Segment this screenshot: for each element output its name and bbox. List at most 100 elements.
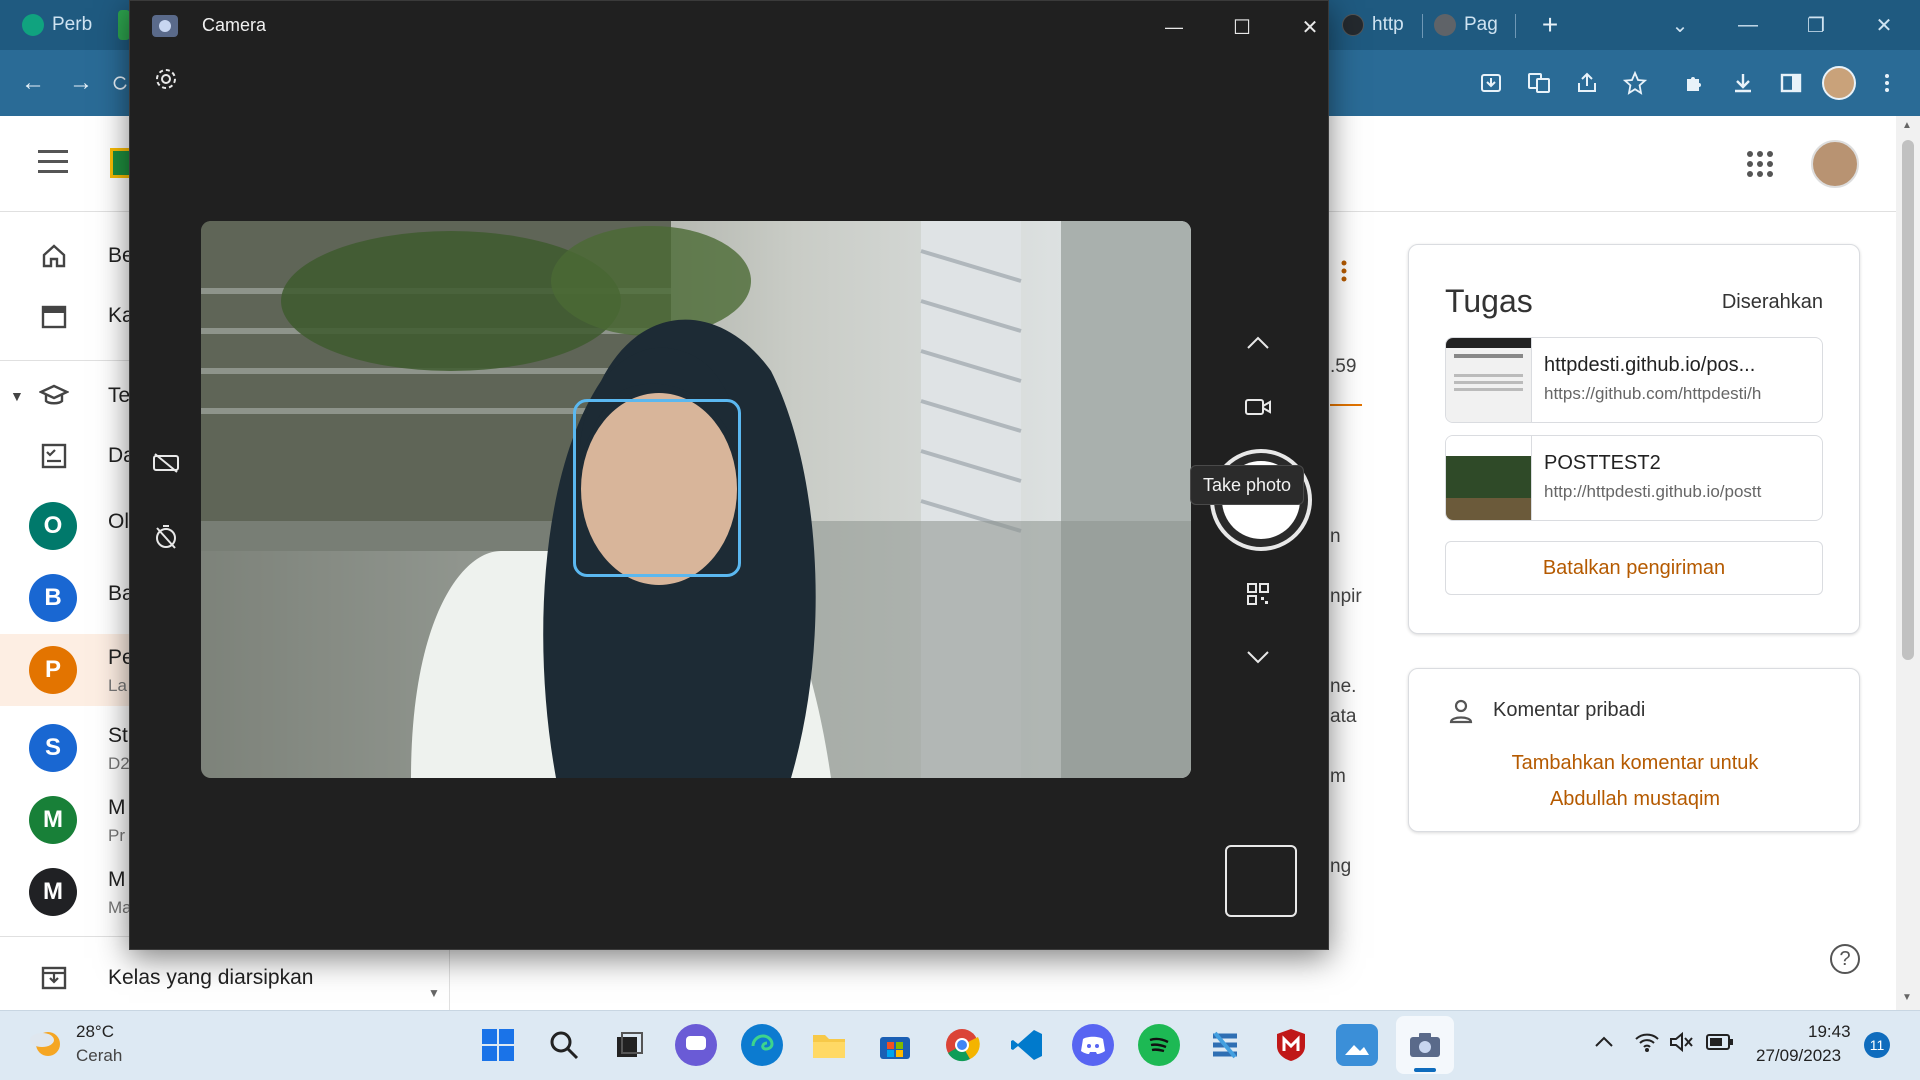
- downloads-button[interactable]: [1726, 66, 1760, 100]
- install-app-button[interactable]: [1474, 66, 1508, 100]
- class-subtitle: Pr: [108, 826, 125, 845]
- share-button[interactable]: [1570, 66, 1604, 100]
- class-avatar: M: [29, 796, 77, 844]
- assignment-card: Tugas Diserahkan httpdesti.github.io/pos…: [1408, 244, 1860, 634]
- scrollbar-thumb[interactable]: [1902, 140, 1914, 660]
- chat-app-icon[interactable]: [675, 1024, 717, 1066]
- edge-browser-icon[interactable]: [741, 1024, 783, 1066]
- windows-logo-icon: [482, 1029, 514, 1061]
- qr-scan-mode-button[interactable]: [1238, 574, 1278, 614]
- weather-icon[interactable]: [28, 1024, 64, 1060]
- hdr-toggle-button[interactable]: [146, 443, 186, 483]
- active-app-indicator: [1414, 1068, 1436, 1072]
- back-button[interactable]: ←: [16, 66, 50, 100]
- reload-button[interactable]: [110, 66, 130, 100]
- settings-button[interactable]: [146, 59, 186, 99]
- camera-minimize-button[interactable]: —: [1154, 7, 1194, 47]
- notification-badge[interactable]: 11: [1864, 1032, 1890, 1058]
- attachment-item[interactable]: httpdesti.github.io/pos... https://githu…: [1445, 337, 1823, 423]
- chrome-browser-icon[interactable]: [941, 1024, 983, 1066]
- new-tab-button[interactable]: +: [1530, 8, 1570, 42]
- attachment-title: POSTTEST2: [1544, 452, 1661, 474]
- scroll-modes-up-button[interactable]: [1238, 323, 1278, 363]
- header-underline: [1330, 404, 1362, 406]
- file-explorer-icon[interactable]: [808, 1024, 850, 1066]
- photos-app-icon[interactable]: [1336, 1024, 1378, 1066]
- sidebar-item-label: Kelas yang diarsipkan: [108, 966, 314, 989]
- private-comment-title: Komentar pribadi: [1493, 699, 1646, 721]
- hamburger-icon[interactable]: [38, 150, 68, 174]
- sidebar-scroll-down-icon[interactable]: ▼: [428, 986, 440, 1000]
- browser-close-button[interactable]: ✕: [1864, 8, 1904, 42]
- side-panel-button[interactable]: [1774, 66, 1808, 100]
- discord-icon[interactable]: [1072, 1024, 1114, 1066]
- tab-divider: [1422, 14, 1423, 38]
- translate-button[interactable]: [1522, 66, 1556, 100]
- attachment-url: https://github.com/httpdesti/h: [1544, 384, 1762, 403]
- class-avatar: P: [29, 646, 77, 694]
- clock-time[interactable]: 19:43: [1808, 1022, 1851, 1042]
- collapse-caret-icon[interactable]: ▼: [10, 388, 24, 404]
- sidebar-item-archived[interactable]: Kelas yang diarsipkan: [0, 948, 450, 1008]
- camera-close-button[interactable]: ✕: [1290, 7, 1330, 47]
- vscode-icon[interactable]: [1006, 1024, 1048, 1066]
- archive-icon: [38, 962, 70, 994]
- scroll-up-icon[interactable]: ▲: [1902, 120, 1912, 131]
- profile-avatar[interactable]: [1822, 66, 1856, 100]
- home-icon: [38, 240, 70, 272]
- spotify-icon[interactable]: [1138, 1024, 1180, 1066]
- attachment-item[interactable]: POSTTEST2 http://httpdesti.github.io/pos…: [1445, 435, 1823, 521]
- help-button[interactable]: ?: [1830, 944, 1860, 974]
- last-photo-thumbnail-button[interactable]: [1225, 845, 1297, 917]
- camera-maximize-button[interactable]: ☐: [1222, 7, 1262, 47]
- account-avatar[interactable]: [1811, 140, 1859, 188]
- video-mode-button[interactable]: [1238, 387, 1278, 427]
- weather-temperature[interactable]: 28°C: [76, 1022, 114, 1042]
- task-view-button[interactable]: [608, 1024, 650, 1066]
- microsoft-store-icon[interactable]: [874, 1024, 916, 1066]
- tab-label: Perb: [52, 14, 93, 35]
- download-icon: [1735, 74, 1751, 93]
- scroll-modes-down-button[interactable]: [1238, 637, 1278, 677]
- chrome-menu-button[interactable]: [1870, 66, 1904, 100]
- attachment-url: http://httpdesti.github.io/postt: [1544, 482, 1762, 501]
- face-detection-box: [573, 399, 741, 577]
- post-menu-icon[interactable]: [1341, 260, 1347, 282]
- description-text: ng: [1330, 856, 1352, 877]
- browser-tab[interactable]: Perb: [22, 8, 92, 42]
- description-text: m: [1330, 766, 1346, 787]
- google-apps-icon[interactable]: [1746, 150, 1774, 178]
- forward-button[interactable]: →: [64, 66, 98, 100]
- mcafee-icon[interactable]: [1270, 1024, 1312, 1066]
- kebab-menu-icon: [1885, 74, 1889, 92]
- battery-icon[interactable]: [1706, 1032, 1734, 1052]
- scroll-down-icon[interactable]: ▼: [1902, 992, 1912, 1003]
- clock-date[interactable]: 27/09/2023: [1756, 1046, 1841, 1066]
- show-hidden-icons-button[interactable]: [1592, 1030, 1616, 1054]
- camera-app-icon: [152, 15, 178, 37]
- bookmark-star-button[interactable]: [1618, 66, 1652, 100]
- tab-search-button[interactable]: ⌄: [1660, 8, 1700, 42]
- tab-divider: [1515, 14, 1516, 38]
- github-favicon-icon: [1342, 14, 1364, 36]
- camera-taskbar-icon[interactable]: [1404, 1024, 1446, 1066]
- attachment-title: httpdesti.github.io/pos...: [1544, 354, 1756, 376]
- start-button[interactable]: [477, 1024, 519, 1066]
- volume-muted-icon[interactable]: [1668, 1030, 1694, 1054]
- wifi-icon[interactable]: [1634, 1030, 1660, 1054]
- browser-tab[interactable]: http: [1342, 8, 1404, 42]
- page-scrollbar[interactable]: ▲ ▼: [1896, 116, 1920, 1010]
- app-shortcut-icon[interactable]: [1204, 1024, 1246, 1066]
- weather-description[interactable]: Cerah: [76, 1046, 122, 1066]
- class-name: Ol: [108, 510, 129, 533]
- cancel-submission-button[interactable]: Batalkan pengiriman: [1445, 541, 1823, 595]
- add-comment-link[interactable]: Tambahkan komentar untuk Abdullah mustaq…: [1409, 745, 1861, 817]
- hdr-off-icon: [153, 453, 179, 473]
- timer-button[interactable]: [146, 517, 186, 557]
- class-avatar: S: [29, 724, 77, 772]
- browser-minimize-button[interactable]: —: [1728, 8, 1768, 42]
- extensions-button[interactable]: [1678, 66, 1712, 100]
- browser-tab[interactable]: Pag: [1434, 8, 1498, 42]
- search-button[interactable]: [543, 1024, 585, 1066]
- browser-restore-button[interactable]: ❐: [1796, 8, 1836, 42]
